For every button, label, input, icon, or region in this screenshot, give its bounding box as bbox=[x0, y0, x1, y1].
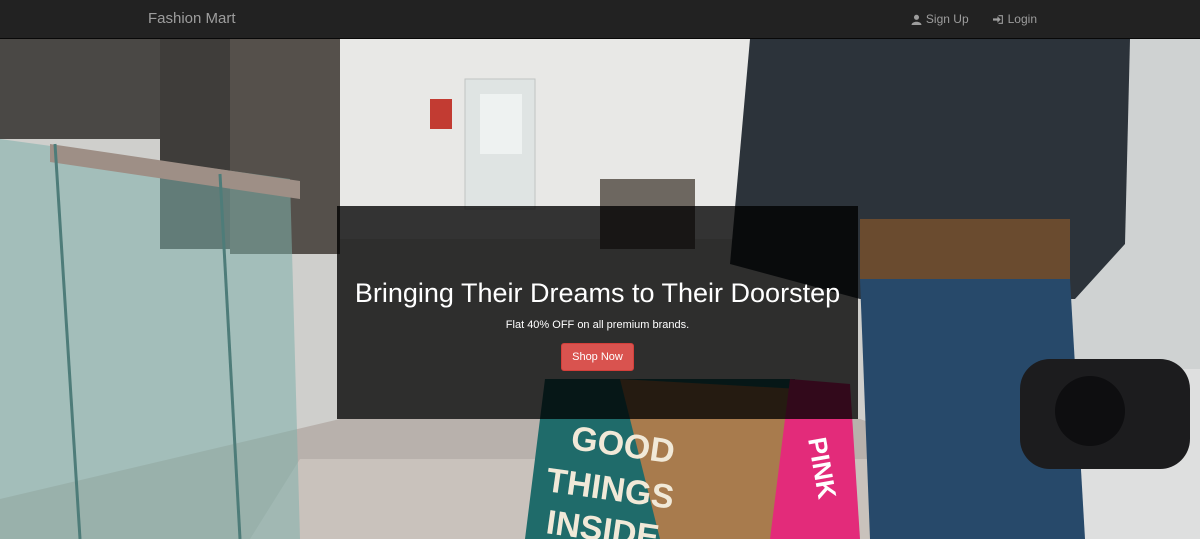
signup-link[interactable]: Sign Up bbox=[911, 12, 969, 26]
shop-now-button[interactable]: Shop Now bbox=[561, 343, 634, 371]
carousel-caption: Bringing Their Dreams to Their Doorstep … bbox=[337, 206, 858, 419]
user-icon bbox=[911, 14, 922, 25]
navbar: Fashion Mart Sign Up Login bbox=[0, 0, 1200, 39]
login-icon bbox=[992, 14, 1003, 24]
hero-title: Bringing Their Dreams to Their Doorstep bbox=[354, 278, 841, 308]
hero-subtitle: Flat 40% OFF on all premium brands. bbox=[505, 319, 690, 331]
signup-label: Sign Up bbox=[925, 12, 969, 26]
nav-links: Sign Up Login bbox=[911, 0, 1037, 38]
login-label: Login bbox=[1007, 12, 1037, 26]
brand-link[interactable]: Fashion Mart bbox=[148, 10, 236, 27]
hero-carousel: GOOD THINGS INSIDE PINK Bringing Their D… bbox=[0, 39, 1200, 539]
login-link[interactable]: Login bbox=[992, 12, 1037, 26]
